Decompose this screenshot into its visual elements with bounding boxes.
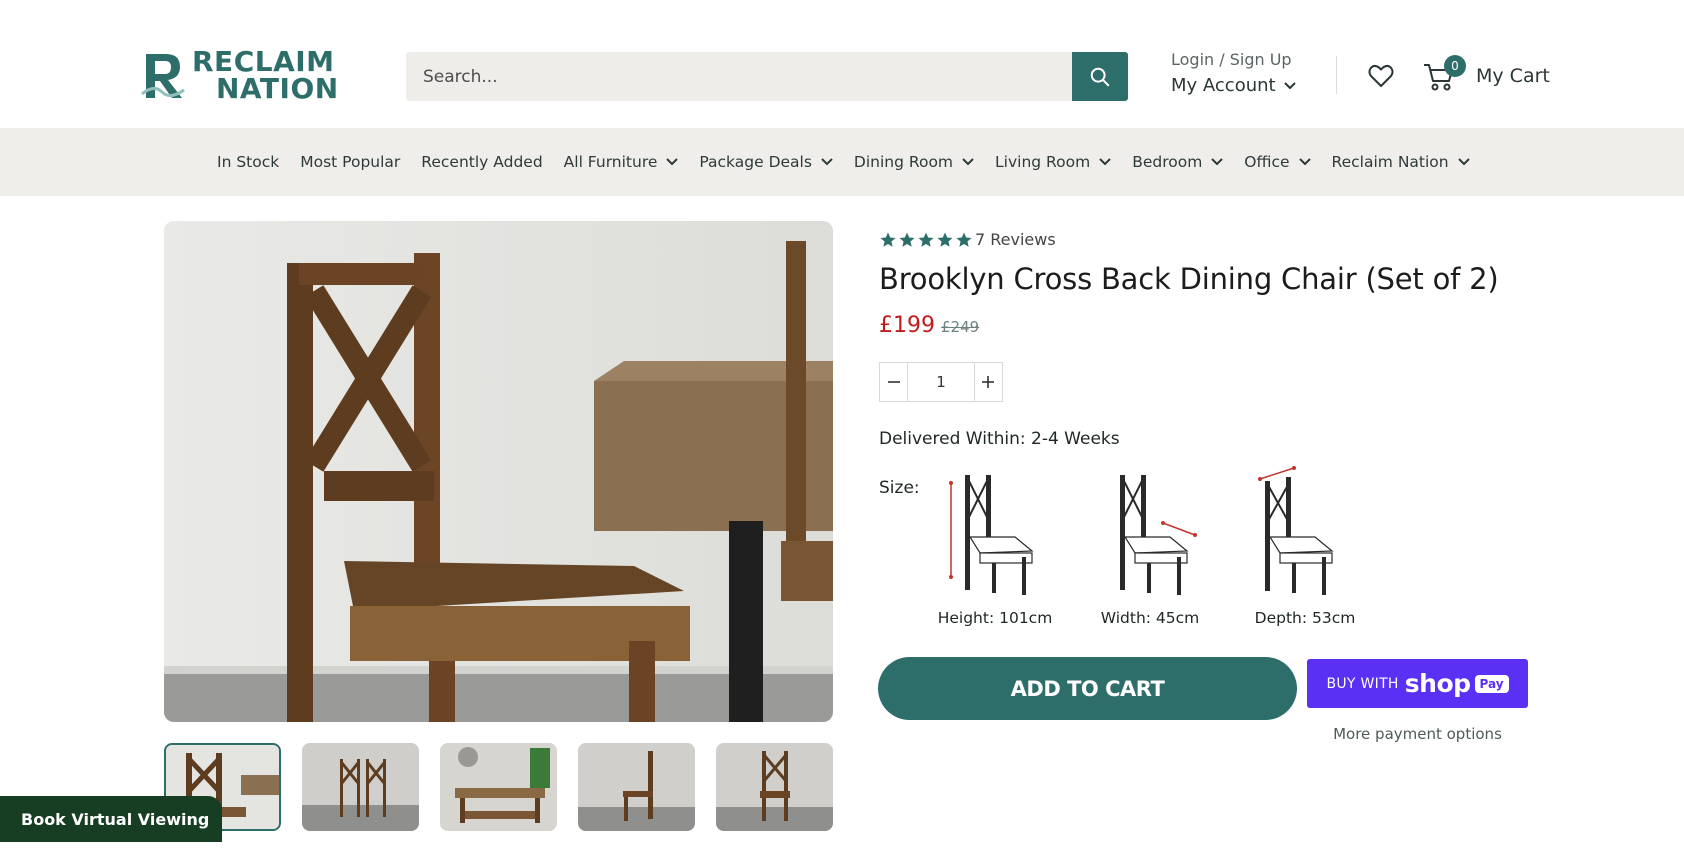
wishlist-heart-icon[interactable] [1367, 62, 1395, 90]
nav-item-label: Most Popular [300, 153, 401, 171]
more-payment-options-link[interactable]: More payment options [1307, 725, 1528, 743]
shop-pay-logo: shop [1404, 669, 1471, 698]
quantity-stepper [879, 362, 1003, 402]
search-button[interactable] [1072, 52, 1128, 101]
nav-item-label: Office [1244, 153, 1290, 171]
chair-photo-illustration [164, 221, 833, 722]
search-icon [1090, 67, 1110, 86]
chair-height-diagram-icon [949, 475, 1034, 595]
star-icon [899, 232, 915, 247]
logo-r-mark-icon [141, 54, 185, 98]
nav-item-label: Bedroom [1132, 153, 1203, 171]
login-signup-link[interactable]: Login / Sign Up [1171, 50, 1311, 72]
nav-item-reclaim-nation[interactable]: Reclaim Nation [1332, 153, 1470, 171]
star-icon [880, 232, 896, 247]
nav-item-label: Reclaim Nation [1331, 153, 1449, 171]
logo-wordmark: RECLAIM NATION [192, 48, 339, 105]
nav-item-dining-room[interactable]: Dining Room [854, 153, 974, 171]
nav-item-label: Living Room [995, 153, 1091, 171]
thumbnail-5[interactable] [716, 743, 833, 831]
chevron-down-icon [1211, 158, 1224, 166]
logo-line-2: NATION [216, 72, 339, 105]
sale-price: £199 [879, 313, 935, 338]
product-rating[interactable]: 7 Reviews [879, 230, 1056, 249]
header-divider [1336, 56, 1337, 94]
chair-depth-diagram-icon [1258, 466, 1334, 595]
cart-icon-wrap: 0 [1422, 55, 1466, 93]
minus-icon [887, 381, 900, 383]
search-bar [406, 52, 1128, 101]
nav-item-bedroom[interactable]: Bedroom [1132, 153, 1224, 171]
nav-item-recently-added[interactable]: Recently Added [421, 153, 542, 171]
my-account-dropdown[interactable]: My Account [1171, 75, 1311, 96]
search-input[interactable] [406, 52, 1072, 101]
nav-item-label: All Furniture [563, 153, 658, 171]
chevron-down-icon [1099, 158, 1111, 166]
chevron-down-icon [666, 158, 679, 166]
nav-item-living-room[interactable]: Living Room [995, 153, 1111, 171]
rating-stars [879, 231, 973, 249]
star-icon [956, 232, 972, 247]
product-title: Brooklyn Cross Back Dining Chair (Set of… [879, 262, 1499, 296]
chevron-down-icon [1283, 81, 1296, 89]
add-to-cart-button[interactable]: ADD TO CART [878, 657, 1297, 720]
chevron-down-icon [821, 158, 833, 166]
thumb-dining-set-icon [440, 743, 557, 831]
thumbnail-3[interactable] [440, 743, 557, 831]
thumb-chair-front-icon [716, 743, 833, 831]
delivery-time: Delivered Within: 2-4 Weeks [879, 429, 1120, 449]
nav-item-label: Recently Added [421, 153, 543, 171]
size-width: Width: 45cm [1085, 465, 1215, 630]
nav-item-most-popular[interactable]: Most Popular [300, 153, 400, 171]
depth-caption: Depth: 53cm [1254, 609, 1356, 627]
site-logo[interactable]: RECLAIM NATION [140, 48, 365, 104]
nav-item-package-deals[interactable]: Package Deals [699, 153, 833, 171]
size-height: Height: 101cm [930, 465, 1060, 630]
star-icon [918, 232, 934, 247]
nav-item-in-stock[interactable]: In Stock [217, 153, 279, 171]
plus-icon [982, 376, 995, 388]
product-price: £199 £249 [879, 313, 979, 338]
cart-count-badge: 0 [1444, 55, 1466, 77]
shop-pay-badge: Pay [1474, 674, 1509, 693]
nav-item-all-furniture[interactable]: All Furniture [564, 153, 679, 171]
width-caption: Width: 45cm [1100, 609, 1200, 627]
size-label: Size: [879, 478, 920, 498]
shop-pay-buy-with: BUY WITH [1326, 675, 1399, 692]
nav-item-label: In Stock [217, 153, 280, 171]
cart-label: My Cart [1476, 65, 1550, 87]
thumb-two-chairs-icon [302, 743, 419, 831]
chair-width-diagram-icon [1120, 475, 1197, 595]
star-icon [937, 232, 953, 247]
site-header: RECLAIM NATION Login / Sign Up My Accoun… [0, 0, 1684, 128]
size-diagrams: Height: 101cm Width: 45cm Depth: 53cm [930, 465, 1370, 630]
shop-pay-button[interactable]: BUY WITH shop Pay [1307, 659, 1528, 708]
account-menu[interactable]: Login / Sign Up My Account [1171, 50, 1311, 96]
chevron-down-icon [962, 158, 974, 166]
thumbnail-2[interactable] [302, 743, 419, 831]
original-price: £249 [941, 318, 980, 336]
main-navigation: In Stock Most Popular Recently Added All Fu… [0, 128, 1684, 196]
thumb-chair-side-icon [578, 743, 695, 831]
nav-item-office[interactable]: Office [1244, 153, 1311, 171]
reviews-link[interactable]: 7 Reviews [975, 230, 1056, 249]
cart-button[interactable]: 0 My Cart [1422, 55, 1552, 96]
thumbnail-strip [164, 743, 833, 831]
product-main-image[interactable] [164, 221, 833, 722]
thumbnail-4[interactable] [578, 743, 695, 831]
chevron-down-icon [1457, 158, 1470, 166]
size-depth: Depth: 53cm [1240, 465, 1370, 630]
book-virtual-viewing-button[interactable]: Book Virtual Viewing [0, 796, 222, 842]
nav-item-label: Dining Room [853, 153, 954, 171]
quantity-input[interactable] [908, 363, 974, 401]
decrease-quantity-button[interactable] [880, 363, 907, 401]
nav-item-label: Package Deals [699, 153, 812, 171]
chevron-down-icon [1298, 158, 1311, 166]
increase-quantity-button[interactable] [975, 363, 1002, 401]
my-account-label: My Account [1171, 75, 1276, 96]
height-caption: Height: 101cm [937, 609, 1053, 627]
